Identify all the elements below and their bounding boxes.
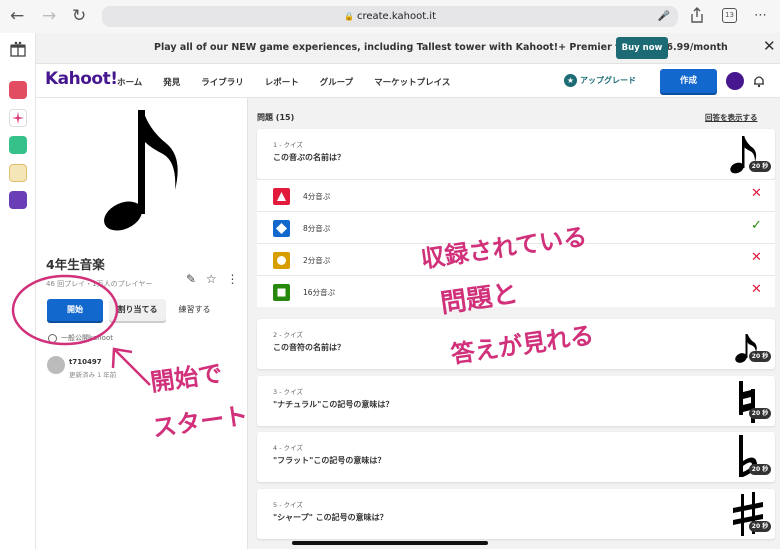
home-indicator xyxy=(292,541,488,545)
handwritten-annotation-marks xyxy=(11,274,151,386)
